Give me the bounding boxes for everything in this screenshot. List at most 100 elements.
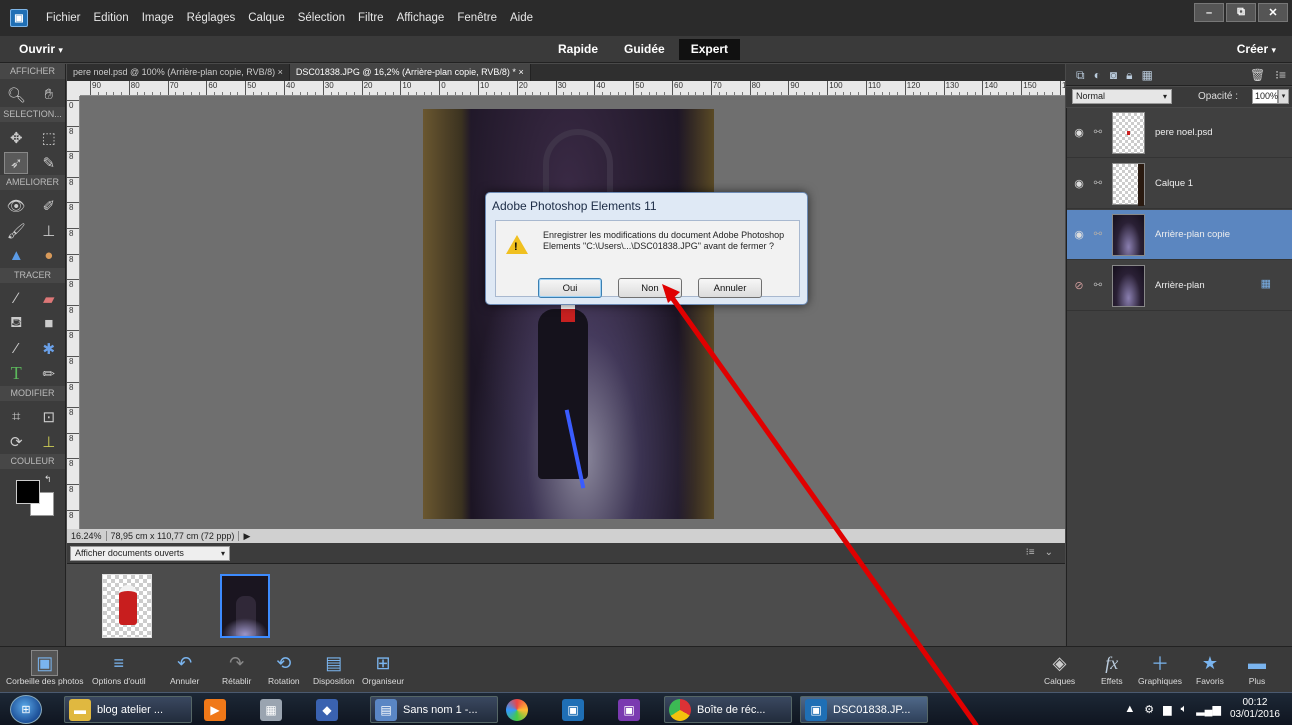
tab-guidee[interactable]: Guidée — [612, 39, 677, 60]
layer-row[interactable]: ◉ ⚯ pere noel.psd — [1067, 108, 1292, 158]
blur-tool-icon[interactable]: ▲ — [4, 245, 28, 267]
panel-menu-icon[interactable]: ⁝≡ — [1275, 68, 1286, 82]
zoom-level[interactable]: 16.24% — [67, 531, 107, 541]
taskbar-item-elements[interactable]: ▣ — [562, 696, 590, 723]
signal-icon[interactable]: ▂▄▆ — [1196, 703, 1221, 716]
recompose-tool-icon[interactable]: ⊡ — [37, 406, 61, 428]
non-button[interactable]: Non — [618, 278, 682, 298]
spot-healing-tool-icon[interactable]: ✐ — [37, 195, 61, 217]
content-aware-move-tool-icon[interactable]: ⟳ — [4, 431, 28, 453]
visibility-eye-icon[interactable]: ◉ — [1072, 228, 1086, 241]
marquee-tool-icon[interactable]: ⬚ — [37, 127, 61, 149]
swap-colors-icon[interactable]: ↰ — [44, 474, 52, 485]
taskbar-item-book[interactable]: ◆ — [316, 696, 344, 723]
collapse-icon[interactable]: ⌄ — [1045, 547, 1053, 558]
document-tab-pere-noel[interactable]: pere noel.psd @ 100% (Arrière-plan copie… — [67, 64, 290, 81]
restore-icon[interactable]: ⧉ — [1226, 3, 1256, 22]
menu-fenetre[interactable]: Fenêtre — [457, 12, 497, 24]
red-eye-tool-icon[interactable]: 👁︎ — [4, 195, 28, 217]
smart-brush-tool-icon[interactable]: 🖌︎ — [4, 220, 28, 242]
visibility-eye-icon[interactable]: ◉ — [1072, 126, 1086, 139]
layer-row-selected[interactable]: ◉ ⚯ Arrière-plan copie — [1067, 210, 1292, 260]
menu-fichier[interactable]: Fichier — [46, 12, 81, 24]
show-hidden-icons-icon[interactable]: ▲ — [1124, 703, 1135, 715]
link-icon[interactable]: ⚯ — [1091, 280, 1105, 291]
effects-button[interactable]: fx Effets — [1101, 650, 1123, 687]
move-tool-icon[interactable]: ✥ — [4, 127, 28, 149]
brush-tool-icon[interactable]: ∕ — [4, 288, 28, 310]
minimize-icon[interactable]: – — [1194, 3, 1224, 22]
photo-bin-thumb-dsc01838[interactable] — [220, 574, 270, 638]
lock-transparency-icon[interactable]: ▦ — [1141, 68, 1152, 83]
link-icon[interactable]: ⚯ — [1091, 127, 1105, 138]
gradient-tool-icon[interactable]: ■ — [37, 313, 61, 335]
crop-tool-icon[interactable]: ⌗ — [4, 406, 28, 428]
document-tab-dsc01838[interactable]: DSC01838.JPG @ 16,2% (Arrière-plan copie… — [289, 64, 531, 81]
layer-row[interactable]: ⊘ ⚯ Arrière-plan ▦ — [1067, 261, 1292, 311]
open-button[interactable]: Ouvrir ▾ — [19, 42, 63, 56]
menu-affichage[interactable]: Affichage — [397, 12, 445, 24]
graphics-button[interactable]: ＋ Graphiques — [1138, 650, 1182, 686]
new-layer-icon[interactable]: ⧉ — [1076, 68, 1085, 83]
paint-bucket-tool-icon[interactable]: ⛾ — [4, 313, 28, 335]
close-tab-icon[interactable]: × — [518, 67, 523, 77]
sponge-tool-icon[interactable]: ● — [37, 245, 61, 267]
photo-bin-button[interactable]: ▣ Corbeille des photos — [6, 650, 84, 686]
link-icon[interactable]: ⚯ — [1091, 178, 1105, 189]
taskbar-item-sans-nom[interactable]: ▤ Sans nom 1 -... — [370, 696, 498, 723]
zoom-tool-icon[interactable]: 🔍︎ — [4, 84, 28, 106]
canvas-area[interactable] — [80, 96, 1065, 529]
taskbar-item-premiere[interactable]: ▣ — [618, 696, 646, 723]
redo-button[interactable]: ↷ Rétablir — [222, 650, 251, 687]
opacity-dropdown-icon[interactable]: ▾ — [1278, 89, 1289, 104]
taskbar-item-chrome[interactable]: Boîte de réc... — [664, 696, 792, 723]
menu-filtre[interactable]: Filtre — [358, 12, 384, 24]
create-button[interactable]: Créer ▾ — [1237, 42, 1276, 56]
tab-expert[interactable]: Expert — [678, 39, 741, 60]
network-app-icon[interactable]: ⚙︎ — [1144, 703, 1154, 716]
tab-rapide[interactable]: Rapide — [546, 39, 610, 60]
start-button[interactable]: ⊞ — [10, 695, 42, 724]
clone-stamp-tool-icon[interactable]: ⊥ — [37, 220, 61, 242]
flag-icon[interactable]: ▆ — [1163, 703, 1171, 716]
organizer-button[interactable]: ⊞ Organiseur — [362, 650, 404, 687]
menu-calque[interactable]: Calque — [248, 12, 284, 24]
close-tab-icon[interactable]: × — [278, 67, 283, 77]
photo-bin-select[interactable]: Afficher documents ouverts ▾ — [70, 546, 230, 561]
clock[interactable]: 00:12 03/01/2016 — [1230, 697, 1280, 721]
menu-selection[interactable]: Sélection — [298, 12, 345, 24]
document-photo[interactable] — [423, 109, 714, 519]
bin-menu-icon[interactable]: ⁝≡ — [1026, 547, 1035, 558]
adjustment-layer-icon[interactable]: ◐ — [1094, 68, 1101, 83]
blend-mode-select[interactable]: Normal ▾ — [1072, 89, 1172, 104]
menu-reglages[interactable]: Réglages — [187, 12, 236, 24]
rotate-button[interactable]: ⟲ Rotation — [268, 650, 300, 687]
lock-icon[interactable]: 🔒︎ — [1126, 68, 1132, 83]
tool-options-button[interactable]: ≡ Options d'outil — [92, 650, 146, 687]
eraser-tool-icon[interactable]: ▰ — [37, 288, 61, 310]
status-menu-arrow-icon[interactable]: ▶ — [239, 531, 254, 542]
taskbar-item-calculator[interactable]: ▦ — [260, 696, 288, 723]
oui-button[interactable]: Oui — [538, 278, 602, 298]
hand-tool-icon[interactable]: ✋︎ — [37, 84, 61, 106]
link-icon[interactable]: ⚯ — [1091, 229, 1105, 240]
straighten-tool-icon[interactable]: ⊥ — [37, 431, 61, 453]
more-button[interactable]: ▬ Plus — [1248, 650, 1266, 687]
menu-aide[interactable]: Aide — [510, 12, 533, 24]
taskbar-item-picasa[interactable] — [506, 696, 534, 723]
eyedropper-tool-icon[interactable]: ⁄ — [4, 338, 28, 360]
annuler-button[interactable]: Annuler — [698, 278, 762, 298]
menu-edition[interactable]: Edition — [94, 12, 129, 24]
close-icon[interactable]: ✕ — [1258, 3, 1288, 22]
opacity-input[interactable]: 100% — [1252, 89, 1278, 104]
taskbar-item-dsc01838[interactable]: ▣ DSC01838.JP... — [800, 696, 928, 723]
trash-icon[interactable]: 🗑︎ — [1250, 68, 1265, 82]
foreground-color-swatch[interactable] — [16, 480, 40, 504]
taskbar-item-blog[interactable]: ▬ blog atelier ... — [64, 696, 192, 723]
layout-button[interactable]: ▤ Disposition — [313, 650, 355, 687]
layer-row[interactable]: ◉ ⚯ Calque 1 — [1067, 159, 1292, 209]
menu-image[interactable]: Image — [142, 12, 174, 24]
visibility-eye-icon[interactable]: ◉ — [1072, 177, 1086, 190]
photo-bin-thumb-pere-noel[interactable] — [102, 574, 152, 638]
volume-icon[interactable]: 🔈︎ — [1181, 703, 1188, 716]
